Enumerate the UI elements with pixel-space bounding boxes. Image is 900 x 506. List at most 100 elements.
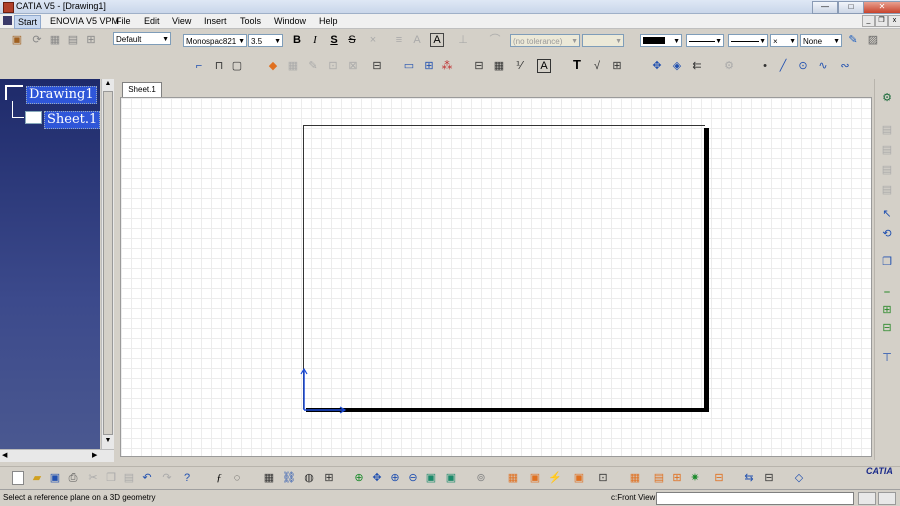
catalog-icon[interactable]: ◍	[302, 471, 316, 485]
tree-vertical-scrollbar[interactable]: ▲ ▼	[101, 79, 114, 449]
view-layout-icon[interactable]: ⊟	[880, 321, 894, 335]
line-icon[interactable]: ╱	[776, 59, 790, 73]
roughness-symbol-icon[interactable]: √	[590, 59, 604, 73]
menu-start[interactable]: Start	[14, 15, 42, 29]
menu-edit[interactable]: Edit	[141, 15, 163, 27]
menu-file[interactable]: File	[113, 15, 134, 27]
detail-view-icon[interactable]: ⊞	[422, 59, 436, 73]
thickness-combo[interactable]: ▼	[728, 34, 768, 47]
chamfer-dim-icon[interactable]: ▢	[230, 59, 244, 73]
scroll-thumb[interactable]	[103, 91, 113, 435]
constraint-icon[interactable]: ⚡	[548, 471, 562, 485]
frame-title-icon[interactable]: ⊟	[472, 59, 486, 73]
point-style-combo[interactable]: × ▼	[770, 34, 798, 47]
cut-icon[interactable]: ✂	[86, 471, 100, 485]
dimension-system-icon[interactable]: ▣	[572, 471, 586, 485]
tab-sheet-1[interactable]: Sheet.1	[122, 82, 162, 98]
rectangle-view-icon[interactable]: ▭	[402, 59, 416, 73]
zoom-in-icon[interactable]: ⊕	[388, 471, 402, 485]
menu-enovia[interactable]: ENOVIA V5 VPM	[47, 15, 122, 27]
doc-close-button[interactable]: x	[888, 15, 900, 27]
open-icon[interactable]: ▰	[30, 471, 44, 485]
projection-icon[interactable]: ⊟	[370, 59, 384, 73]
tolerance-combo[interactable]: (no tolerance) ▼	[510, 34, 580, 47]
datum-icon[interactable]: ▦	[286, 59, 300, 73]
text-tool-button[interactable]: T	[570, 58, 584, 72]
comment-icon[interactable]: ◌	[230, 471, 244, 485]
grid-table-icon[interactable]: ⊞	[610, 59, 624, 73]
formula-icon[interactable]: ƒ	[212, 471, 226, 485]
text-frame-icon[interactable]: A	[537, 59, 551, 73]
line-pattern-combo[interactable]: None ▼	[800, 34, 842, 47]
frame-icon[interactable]: A	[430, 33, 444, 47]
maximize-button[interactable]: □	[838, 1, 864, 14]
balloon-icon[interactable]: ⅟	[512, 59, 526, 73]
weld-icon[interactable]: ⊠	[346, 59, 360, 73]
status-button-2[interactable]	[878, 492, 896, 505]
whats-this-icon[interactable]: ?	[180, 471, 194, 485]
menu-view[interactable]: View	[169, 15, 194, 27]
grid-display-icon[interactable]: ▦	[628, 471, 642, 485]
dimensions-icon[interactable]: ⌐	[192, 59, 206, 73]
color-combo[interactable]: ▼	[640, 34, 682, 47]
pan-icon[interactable]: ✥	[370, 471, 384, 485]
text-props-icon[interactable]: ⊤	[880, 351, 894, 365]
cosmetic-icon[interactable]: ▤	[652, 471, 666, 485]
point-icon[interactable]: •	[758, 59, 772, 73]
command-input[interactable]	[656, 492, 854, 505]
zoom-out-icon[interactable]: ⊖	[406, 471, 420, 485]
filter-icon[interactable]: ⊟	[712, 471, 726, 485]
view-icon[interactable]: ▦	[48, 33, 62, 47]
print-icon[interactable]: ⎙	[66, 471, 80, 485]
geom-tolerance-icon[interactable]: ✎	[306, 59, 320, 73]
detect-icon[interactable]: ⊞	[670, 471, 684, 485]
menu-insert[interactable]: Insert	[201, 15, 230, 27]
pattern-icon[interactable]: ▨	[866, 33, 880, 47]
dimension-icon[interactable]: ⌒	[488, 33, 502, 47]
paint-brush-icon[interactable]: ✎	[846, 33, 860, 47]
tree-horizontal-scrollbar[interactable]: ◀ ▶	[0, 449, 114, 462]
scroll-left-icon[interactable]: ◀	[2, 451, 7, 459]
tree-node-sheet[interactable]: Sheet.1	[44, 111, 101, 129]
arrow-icon[interactable]: ⇇	[690, 59, 704, 73]
layout-icon[interactable]: ▤	[66, 33, 80, 47]
scroll-right-icon[interactable]: ▶	[92, 451, 97, 459]
copy-icon[interactable]: ❐	[104, 471, 118, 485]
tool-icon-4[interactable]: ▤	[880, 183, 894, 197]
paste-icon[interactable]: ▤	[122, 471, 136, 485]
tool-icon-3[interactable]: ▤	[880, 163, 894, 177]
print-area-icon[interactable]: ⊞	[84, 33, 98, 47]
style-combo[interactable]: Default ▼	[113, 32, 171, 45]
analysis-icon[interactable]: ⊡	[596, 471, 610, 485]
anchor-icon[interactable]: ⊥	[456, 33, 470, 47]
bold-button[interactable]: B	[290, 33, 304, 47]
star-icon[interactable]: ✷	[688, 471, 702, 485]
precision-combo[interactable]: ▼	[582, 34, 624, 47]
profile-icon[interactable]: ∿	[816, 59, 830, 73]
italic-button[interactable]: I	[308, 33, 322, 47]
close-button[interactable]: ✕	[863, 1, 900, 14]
fit-all-icon[interactable]: ⊕	[352, 471, 366, 485]
menu-tools[interactable]: Tools	[237, 15, 264, 27]
grid-toggle-icon[interactable]: ▦	[506, 471, 520, 485]
dimension-props-icon[interactable]: ◆	[266, 59, 280, 73]
update-icon[interactable]: ⟳	[30, 33, 44, 47]
refresh-icon[interactable]: ⊚	[474, 471, 488, 485]
tool-icon-2[interactable]: ▤	[880, 143, 894, 157]
linetype-combo[interactable]: ▼	[686, 34, 724, 47]
roughness-icon[interactable]: ⊡	[326, 59, 340, 73]
select-arrow-icon[interactable]: ↖	[880, 207, 894, 221]
undo-icon[interactable]: ↶	[140, 471, 154, 485]
array-icon[interactable]: ⁂	[440, 59, 454, 73]
doc-minimize-button[interactable]: _	[862, 15, 875, 27]
save-icon[interactable]: ▣	[48, 471, 62, 485]
normal-view-icon[interactable]: ▣	[444, 471, 458, 485]
redo-icon[interactable]: ↷	[160, 471, 174, 485]
scroll-up-icon[interactable]: ▲	[103, 80, 113, 90]
status-button-1[interactable]	[858, 492, 876, 505]
align-icon[interactable]: ≡	[392, 33, 406, 47]
minimize-button[interactable]: —	[812, 1, 838, 14]
table-icon[interactable]: ▦	[492, 59, 506, 73]
new-icon[interactable]	[12, 471, 24, 485]
table-grid-icon[interactable]: ▦	[262, 471, 276, 485]
